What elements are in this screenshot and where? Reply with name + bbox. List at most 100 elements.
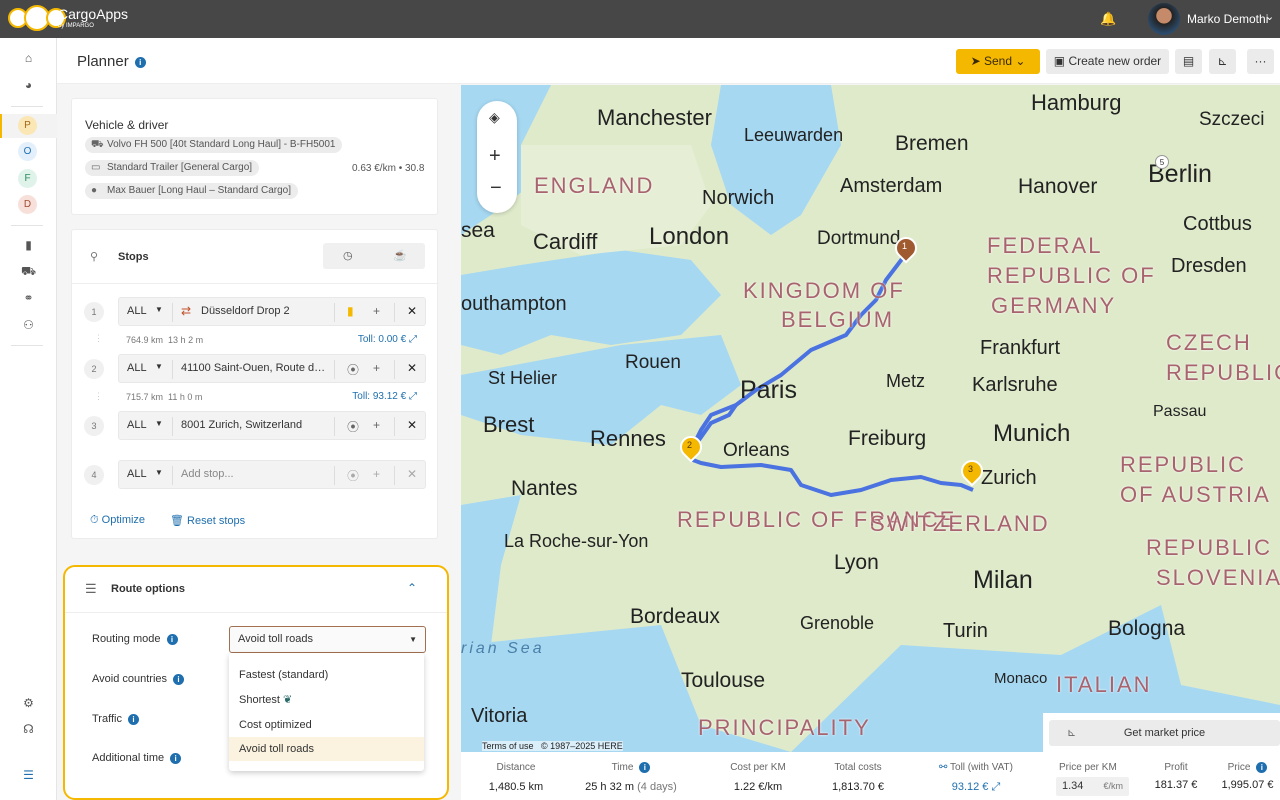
caret-down-icon[interactable]: ▼ — [155, 362, 163, 371]
plus-icon[interactable]: + — [373, 304, 380, 318]
bell-icon[interactable]: 🔔 — [1100, 11, 1116, 27]
map-city-label: Zurich — [981, 467, 1037, 489]
option-fastest[interactable]: Fastest (standard) — [229, 663, 424, 687]
divider — [334, 417, 335, 436]
price-per-km-input[interactable]: 1.34 €/km — [1056, 777, 1129, 796]
divider — [72, 283, 439, 284]
stops-toggle[interactable]: ◷ ☕ — [323, 243, 425, 269]
collapse-sidebar-icon[interactable]: ☰ — [0, 763, 57, 787]
send-button[interactable]: ➤ Send ⌄ — [956, 49, 1040, 74]
caret-down-icon[interactable]: ▼ — [155, 305, 163, 314]
map-city-label: Orleans — [723, 440, 790, 461]
add-stop-input[interactable]: Add stop... — [181, 468, 331, 480]
stop-filter[interactable]: ALL — [127, 362, 147, 374]
more-button[interactable]: ··· — [1247, 49, 1274, 74]
map-country-label: ENGLAND — [534, 173, 655, 198]
map-city-label: Bordeaux — [630, 605, 720, 628]
plus-icon[interactable]: + — [373, 467, 380, 481]
map-pin-icon[interactable]: ⦿ — [347, 361, 359, 378]
option-cost-optimized[interactable]: Cost optimized — [229, 713, 424, 737]
info-icon[interactable]: i — [134, 56, 146, 68]
headset-icon[interactable]: ☊ — [0, 717, 57, 741]
leg-toll[interactable]: Toll: 93.12 € ⤢ — [352, 391, 417, 402]
info-icon[interactable]: i — [639, 762, 651, 773]
map-marker-5[interactable]: 5 — [1155, 155, 1169, 169]
map[interactable]: Manchester Leeuwarden Hamburg Bremen Szczeci… — [461, 85, 1280, 752]
trailer-chip[interactable]: ▭ Standard Trailer [General Cargo] — [85, 160, 260, 176]
sidebar-item-f[interactable]: F — [18, 169, 37, 188]
stop-input[interactable]: 41100 Saint-Ouen, Route d… — [181, 362, 331, 374]
pricing-panel: ⊾ Get market price Price per KM 1.34 €/km … — [1043, 713, 1280, 800]
create-new-order-button[interactable]: ▣ Create new order — [1046, 49, 1169, 74]
optimize-button[interactable]: ⏱ Optimize — [90, 514, 145, 527]
coffee-icon[interactable]: ☕ — [393, 249, 407, 262]
driver-chip[interactable]: ● Max Bauer [Long Haul – Standard Cargo] — [85, 183, 298, 199]
clock-icon[interactable]: ◷ — [343, 249, 353, 262]
gear-icon[interactable]: ⚙ — [0, 691, 57, 715]
close-icon[interactable]: ✕ — [407, 304, 417, 318]
chevron-up-icon[interactable]: ⌃ — [407, 581, 417, 595]
stop-row-3[interactable]: ALL ▼ 8001 Zurich, Switzerland ⦿ + ✕ — [118, 411, 426, 440]
leg-toll[interactable]: Toll: 0.00 € ⤢ — [358, 334, 417, 345]
app-name: CargoApps by IMPARGO — [58, 6, 128, 29]
sidebar-item-d[interactable]: D — [18, 195, 37, 214]
stop-row-1[interactable]: ALL ▼ ⇄ Düsseldorf Drop 2 ▮ + ✕ — [118, 297, 426, 326]
sidebar-item-o[interactable]: O — [18, 142, 37, 161]
home-icon[interactable]: ⌂ — [0, 46, 57, 70]
stop-input[interactable]: 8001 Zurich, Switzerland — [181, 419, 331, 431]
caret-down-icon[interactable]: ▼ — [155, 468, 163, 477]
map-pin-icon[interactable]: ⦿ — [347, 467, 359, 484]
sidebar-item-p[interactable]: P — [18, 116, 37, 135]
toll-value: Toll: 0.00 € — [357, 334, 407, 345]
toll-link[interactable]: 93.12 € — [952, 781, 989, 793]
vehicle-driver-card[interactable]: Vehicle & driver ⛟ Volvo FH 500 [40t Stan… — [71, 98, 438, 215]
plus-icon[interactable]: + — [373, 361, 380, 375]
chart-icon[interactable]: ⊾ — [1209, 49, 1236, 74]
bookmark-icon[interactable]: ▮ — [0, 233, 57, 257]
pie-chart-icon[interactable]: ◕ — [0, 73, 57, 97]
cargoapps-logo[interactable] — [8, 5, 66, 31]
drag-handle[interactable]: ⋮ — [94, 333, 103, 344]
avatar[interactable] — [1148, 3, 1180, 35]
close-icon[interactable]: ✕ — [407, 361, 417, 375]
terms-of-use-link[interactable]: Terms of use — [482, 741, 534, 751]
reset-stops-button[interactable]: 🗑 Reset stops — [170, 514, 245, 527]
zoom-in-button[interactable]: + — [489, 145, 501, 168]
close-icon[interactable]: ✕ — [407, 418, 417, 432]
info-icon[interactable]: i — [166, 633, 178, 645]
stop-filter[interactable]: ALL — [127, 305, 147, 317]
close-icon[interactable]: ✕ — [407, 467, 417, 481]
info-icon[interactable]: i — [127, 713, 139, 725]
driver-label: Max Bauer [Long Haul – Standard Cargo] — [107, 185, 291, 196]
zoom-out-button[interactable]: − — [490, 177, 502, 200]
option-shortest[interactable]: Shortest ❦ — [229, 688, 424, 712]
bookmark-icon[interactable]: ▮ — [347, 304, 354, 318]
users-icon[interactable]: ⚇ — [0, 313, 57, 337]
drag-handle[interactable]: ⋮ — [94, 391, 103, 402]
info-icon[interactable]: i — [173, 673, 185, 685]
info-icon[interactable]: i — [1256, 762, 1268, 773]
stop-row-4[interactable]: ALL ▼ Add stop... ⦿ + ✕ — [118, 460, 426, 489]
time-days: (4 days) — [637, 781, 677, 794]
info-icon[interactable]: i — [170, 752, 182, 764]
map-pin-icon[interactable]: ⦿ — [347, 418, 359, 435]
truck-icon[interactable]: ⛟ — [0, 259, 57, 283]
stop-input[interactable]: Düsseldorf Drop 2 — [201, 305, 351, 317]
stop-number: 2 — [84, 359, 104, 379]
caret-down-icon[interactable]: ▼ — [155, 419, 163, 428]
option-avoid-toll-roads[interactable]: Avoid toll roads — [229, 737, 424, 761]
stop-filter[interactable]: ALL — [127, 468, 147, 480]
get-market-price-button[interactable]: ⊾ Get market price — [1049, 720, 1280, 746]
stops-title: Stops — [118, 251, 149, 263]
plus-icon[interactable]: + — [373, 418, 380, 432]
handshake-icon[interactable]: ⚭ — [0, 286, 57, 310]
chevron-down-icon[interactable]: ⌄ — [1265, 10, 1274, 23]
user-name[interactable]: Marko Demothi — [1187, 12, 1268, 26]
layers-icon[interactable]: ◈ — [489, 109, 500, 126]
stop-filter[interactable]: ALL — [127, 419, 147, 431]
pdf-icon[interactable]: ▤ — [1175, 49, 1202, 74]
truck-chip[interactable]: ⛟ Volvo FH 500 [40t Standard Long Haul] -… — [85, 137, 343, 153]
map-city-label: Szczeci — [1199, 109, 1265, 130]
routing-mode-select[interactable]: Avoid toll roads ▼ — [229, 626, 426, 653]
stop-row-2[interactable]: ALL ▼ 41100 Saint-Ouen, Route d… ⦿ + ✕ — [118, 354, 426, 383]
